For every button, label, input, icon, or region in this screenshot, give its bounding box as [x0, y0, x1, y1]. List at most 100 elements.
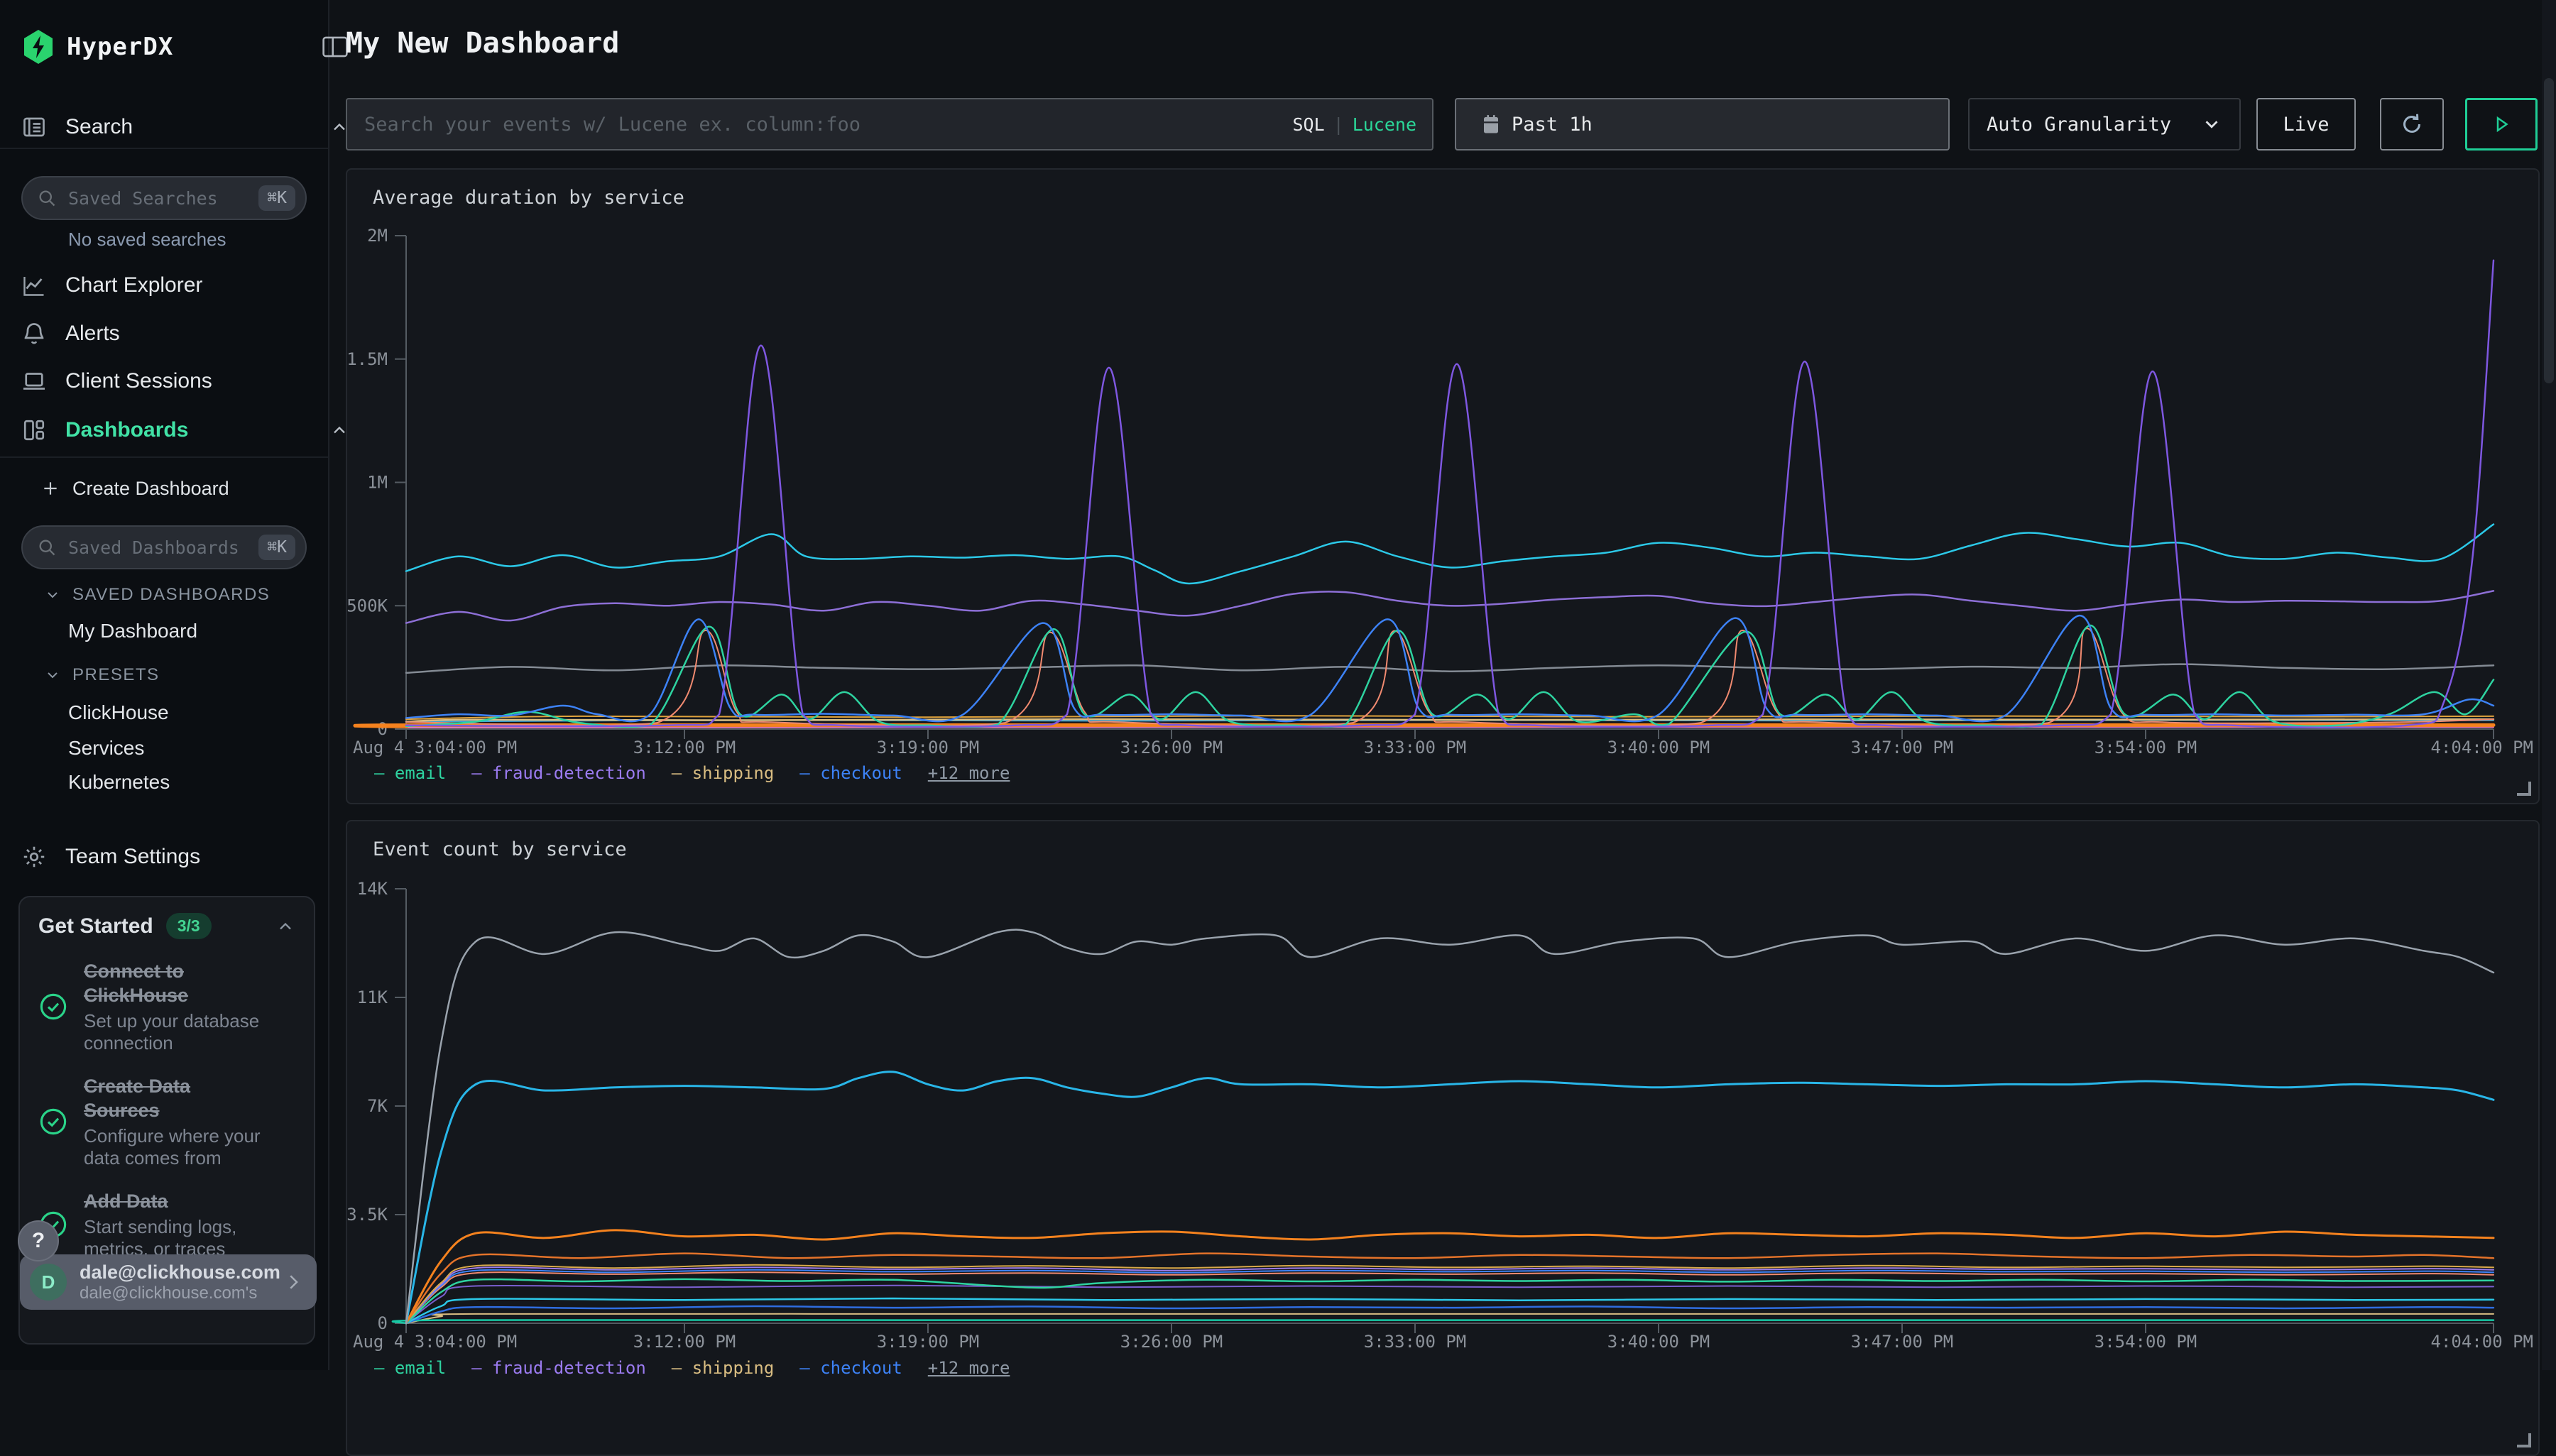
saved-dashboards-field[interactable]	[67, 537, 258, 559]
page-scrollbar[interactable]	[2542, 0, 2556, 1370]
panel-resize-handle[interactable]	[2517, 1433, 2531, 1447]
panel-resize-handle[interactable]	[2517, 782, 2531, 796]
check-circle-icon	[38, 992, 68, 1022]
get-started-step-connect[interactable]: Connect to ClickHouse Set up your databa…	[38, 959, 295, 1054]
granularity-select[interactable]: Auto Granularity	[1968, 98, 2241, 150]
sidebar-item-alerts[interactable]: Alerts	[0, 313, 371, 354]
sidebar-item-search[interactable]: Search	[0, 106, 371, 148]
event-search-bar[interactable]: SQL | Lucene	[346, 98, 1433, 150]
series-line	[406, 1230, 2494, 1323]
svg-text:3:26:00 PM: 3:26:00 PM	[1120, 1332, 1223, 1352]
get-started-step-add-data[interactable]: Add Data Start sending logs, metrics, or…	[38, 1189, 295, 1260]
user-account-chip[interactable]: D dale@clickhouse.com dale@clickhouse.co…	[20, 1254, 317, 1310]
saved-searches-field[interactable]	[67, 187, 258, 209]
sidebar-item-chart-explorer[interactable]: Chart Explorer	[0, 265, 371, 306]
series-line	[406, 930, 2494, 1323]
live-button[interactable]: Live	[2256, 98, 2356, 150]
svg-text:1M: 1M	[367, 473, 388, 493]
step-desc: Set up your database connection	[84, 1010, 268, 1054]
svg-text:3:19:00 PM: 3:19:00 PM	[877, 1332, 980, 1352]
svg-text:500K: 500K	[347, 596, 388, 615]
legend-item[interactable]: — email	[374, 1358, 446, 1378]
section-saved-dashboards[interactable]: SAVED DASHBOARDS	[0, 585, 372, 605]
series-line	[406, 1314, 2494, 1323]
legend-more-link[interactable]: +12 more	[928, 1358, 1010, 1378]
svg-text:3:40:00 PM: 3:40:00 PM	[1607, 738, 1710, 757]
chevron-down-icon	[2201, 114, 2222, 135]
bell-icon	[21, 321, 47, 346]
legend-more-link[interactable]: +12 more	[928, 763, 1010, 783]
svg-text:3:47:00 PM: 3:47:00 PM	[1851, 738, 1954, 757]
shortcut-badge: ⌘K	[258, 185, 295, 211]
run-query-button[interactable]	[2465, 98, 2538, 150]
create-dashboard-button[interactable]: Create Dashboard	[0, 474, 369, 503]
legend-item[interactable]: — checkout	[799, 763, 902, 783]
svg-text:Aug 4 3:04:00 PM: Aug 4 3:04:00 PM	[353, 738, 517, 757]
saved-dashboards-input[interactable]: ⌘K	[21, 525, 307, 569]
step-title: Connect to ClickHouse	[84, 959, 261, 1007]
svg-text:0: 0	[378, 719, 388, 739]
step-desc: Configure where your data comes from	[84, 1125, 268, 1169]
svg-text:3:33:00 PM: 3:33:00 PM	[1364, 1332, 1467, 1352]
get-started-step-sources[interactable]: Create Data Sources Configure where your…	[38, 1074, 295, 1169]
play-icon	[2491, 114, 2512, 135]
chart-legend: — email — fraud-detection — shipping — chec…	[374, 763, 1010, 783]
svg-text:3:54:00 PM: 3:54:00 PM	[2094, 1332, 2197, 1352]
legend-item[interactable]: — shipping	[672, 1358, 775, 1378]
language-toggle-lucene[interactable]: Lucene	[1353, 114, 1416, 135]
sidebar-item-client-sessions[interactable]: Client Sessions	[0, 361, 371, 402]
legend-item[interactable]: — fraud-detection	[471, 763, 646, 783]
saved-searches-input[interactable]: ⌘K	[21, 176, 307, 220]
sidebar-item-team-settings[interactable]: Team Settings	[0, 836, 371, 877]
calendar-icon	[1482, 114, 1500, 135]
svg-text:3:47:00 PM: 3:47:00 PM	[1851, 1332, 1954, 1352]
svg-text:2M: 2M	[367, 226, 388, 246]
svg-text:7K: 7K	[367, 1096, 388, 1116]
hyperdx-logo-icon	[21, 28, 55, 65]
section-presets[interactable]: PRESETS	[0, 665, 372, 685]
sidebar-item-label: Client Sessions	[65, 369, 349, 393]
chevron-up-icon[interactable]	[275, 916, 295, 936]
get-started-title: Get Started	[38, 914, 153, 938]
logs-icon	[21, 114, 47, 140]
main-content: My New Dashboard SQL | Lucene Past 1h Au…	[328, 0, 2556, 1370]
svg-text:3:33:00 PM: 3:33:00 PM	[1364, 738, 1467, 757]
time-range-picker[interactable]: Past 1h	[1455, 98, 1950, 150]
step-title: Create Data Sources	[84, 1074, 261, 1122]
chevron-right-icon	[283, 1271, 304, 1293]
scrollbar-thumb[interactable]	[2544, 78, 2554, 383]
dashboard-toolbar: SQL | Lucene Past 1h Auto Granularity Li…	[346, 98, 2538, 150]
svg-text:4:04:00 PM: 4:04:00 PM	[2431, 1332, 2534, 1352]
help-button[interactable]: ?	[18, 1220, 59, 1261]
language-toggle-sql[interactable]: SQL	[1292, 114, 1324, 135]
svg-text:3.5K: 3.5K	[347, 1205, 388, 1225]
page-title: My New Dashboard	[346, 27, 619, 60]
series-line	[406, 525, 2494, 584]
chart-panel-avg-duration: Average duration by service 2M1.5M1M500K…	[346, 168, 2540, 804]
sidebar-item-dashboards[interactable]: Dashboards	[0, 410, 371, 451]
svg-text:11K: 11K	[357, 987, 388, 1007]
series-line	[406, 1254, 2494, 1323]
legend-item[interactable]: — checkout	[799, 1358, 902, 1378]
sidebar-item-label: Chart Explorer	[65, 273, 349, 297]
sidebar-item-label: Team Settings	[65, 845, 349, 869]
user-team: dale@clickhouse.com's	[80, 1283, 283, 1303]
chevron-down-icon	[44, 667, 61, 684]
language-toggle-divider: |	[1333, 114, 1344, 135]
svg-text:0: 0	[378, 1313, 388, 1333]
search-icon	[37, 537, 57, 557]
chart-title: Average duration by service	[373, 187, 684, 209]
chart-legend: — email — fraud-detection — shipping — chec…	[374, 1358, 1010, 1378]
time-range-value: Past 1h	[1512, 114, 1593, 136]
legend-item[interactable]: — fraud-detection	[471, 1358, 646, 1378]
sidebar-item-label: Dashboards	[65, 418, 329, 442]
svg-text:3:12:00 PM: 3:12:00 PM	[633, 738, 736, 757]
granularity-value: Auto Granularity	[1987, 114, 2171, 136]
svg-text:3:54:00 PM: 3:54:00 PM	[2094, 738, 2197, 757]
refresh-button[interactable]	[2380, 98, 2444, 150]
legend-item[interactable]: — email	[374, 763, 446, 783]
sidebar-item-label: Search	[65, 115, 329, 139]
legend-item[interactable]: — shipping	[672, 763, 775, 783]
chart-title: Event count by service	[373, 838, 627, 860]
event-search-input[interactable]	[363, 113, 1292, 136]
